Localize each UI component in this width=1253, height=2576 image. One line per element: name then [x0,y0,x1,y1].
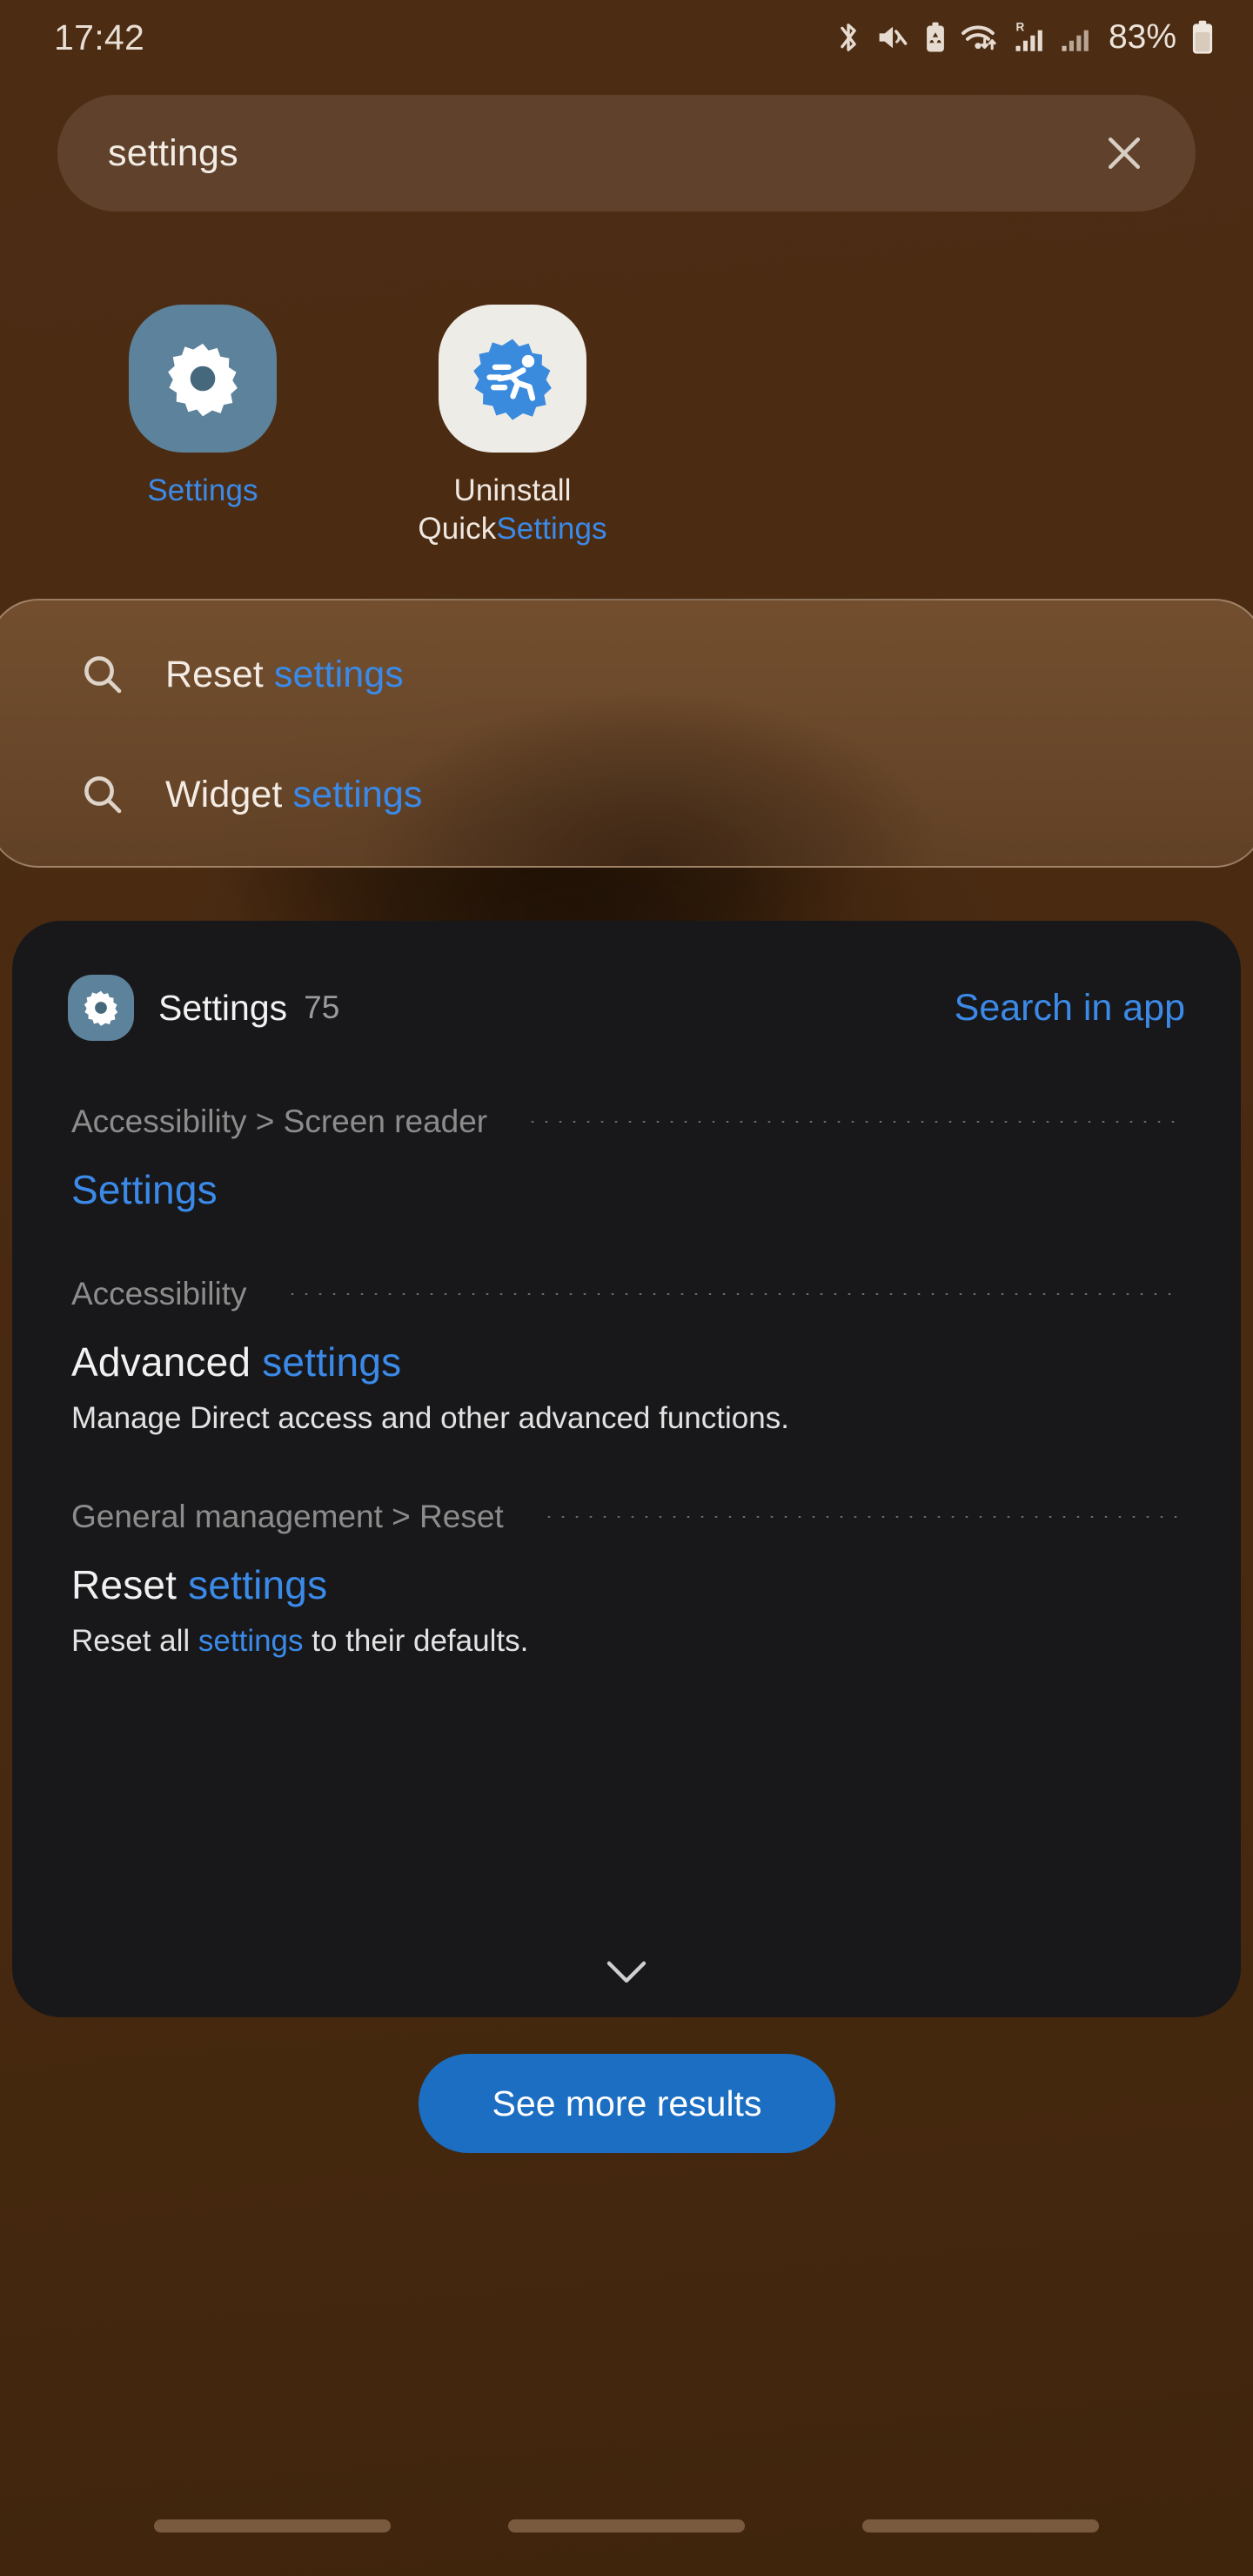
nav-handle-recents[interactable] [154,2519,392,2532]
result-description: Reset all settings to their defaults. [71,1624,1182,1659]
bluetooth-icon [834,20,863,55]
result-description: Manage Direct access and other advanced … [71,1401,1182,1436]
result-item[interactable]: Accessibility > Screen reader Settings [71,1104,1182,1213]
app-item-label-highlight: Settings [496,512,607,546]
app-item-label: Uninstall QuickSettings [395,472,630,548]
breadcrumb: Accessibility [71,1276,1182,1312]
suggestion-label-highlight: settings [273,653,404,695]
battery-saver-icon [922,20,948,55]
navigation-bar [0,2475,1253,2576]
see-more-results-label: See more results [492,2083,762,2123]
result-desc-highlight: settings [198,1624,304,1658]
quick-settings-icon [439,305,586,453]
suggestion-item[interactable]: Reset settings [0,614,1253,735]
see-more-results-button[interactable]: See more results [419,2054,835,2153]
search-icon [80,772,125,817]
result-item[interactable]: General management > Reset Reset setting… [71,1499,1182,1659]
nav-handle-back[interactable] [861,2519,1099,2532]
search-in-app-link[interactable]: Search in app [955,987,1185,1030]
battery-icon [1190,19,1215,56]
breadcrumb-dotted-line [285,1290,1182,1298]
result-desc-after: to their defaults. [303,1624,529,1658]
suggestion-item[interactable]: Widget settings [0,735,1253,855]
settings-gear-icon [68,975,134,1041]
search-bar[interactable]: settings [57,95,1196,211]
breadcrumb-label: General management > Reset [71,1499,504,1534]
close-icon[interactable] [1093,122,1156,184]
suggestion-label: Widget settings [165,774,422,816]
volume-mute-icon [875,20,910,55]
app-results-card: Settings 75 Search in app Accessibility … [12,921,1241,2017]
svg-text:R: R [1015,21,1024,34]
results-list: Accessibility > Screen reader Settings A… [12,1104,1241,1659]
settings-gear-icon [129,305,277,453]
result-title: Reset settings [71,1561,1182,1608]
result-title-highlight: settings [188,1562,328,1607]
results-card-header: Settings 75 Search in app [12,921,1241,1041]
suggestion-label-plain: Reset [165,653,274,695]
result-item[interactable]: Accessibility Advanced settings Manage D… [71,1276,1182,1436]
status-clock: 17:42 [54,17,145,57]
results-count-badge: 75 [304,989,340,1025]
search-input[interactable]: settings [108,132,1093,175]
results-app-name: Settings [158,987,288,1028]
result-title-plain: Reset [71,1562,189,1607]
signal-bars-icon [1060,19,1093,56]
breadcrumb: Accessibility > Screen reader [71,1104,1182,1140]
search-suggestions-panel: Reset settings Widget settings [0,599,1253,868]
search-icon [80,652,125,697]
breadcrumb-label: Accessibility > Screen reader [71,1104,488,1139]
suggestion-label-highlight: settings [292,773,423,815]
result-title: Advanced settings [71,1338,1182,1385]
result-title: Settings [71,1166,1182,1213]
app-results-row: Settings Uninstall QuickSettings [0,305,1253,548]
app-item-settings[interactable]: Settings [85,305,320,548]
suggestion-label-plain: Widget [165,773,293,815]
app-item-uninstall-quicksettings[interactable]: Uninstall QuickSettings [395,305,630,548]
breadcrumb-label: Accessibility [71,1276,247,1311]
phone-screen: 17:42 R 83% settings Settings Uninstall … [0,0,1253,2576]
status-icon-group: R 83% [834,18,1215,57]
nav-handle-home[interactable] [507,2519,745,2532]
result-title-highlight: settings [262,1339,402,1385]
suggestion-label: Reset settings [165,654,404,696]
app-item-label-highlight: Settings [147,473,258,507]
chevron-down-icon[interactable] [12,1960,1241,1984]
status-bar: 17:42 R 83% [0,0,1253,75]
app-item-label: Settings [147,472,258,510]
wifi-data-icon [961,20,1001,55]
result-desc-before: Manage Direct access and other advanced … [71,1401,789,1435]
breadcrumb: General management > Reset [71,1499,1182,1535]
breadcrumb-dotted-line [541,1513,1182,1521]
result-title-highlight: Settings [71,1167,218,1212]
signal-roaming-icon: R [1013,19,1048,56]
result-title-plain: Advanced [71,1339,263,1385]
battery-percent-label: 83% [1108,18,1176,56]
breadcrumb-dotted-line [526,1117,1182,1126]
result-desc-before: Reset all [71,1624,198,1658]
